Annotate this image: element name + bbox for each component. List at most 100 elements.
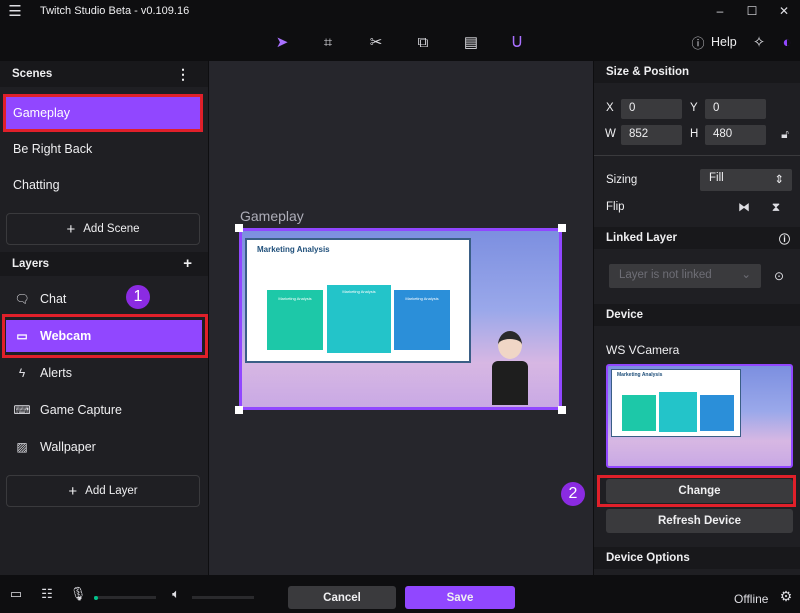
plus-icon: + [66, 220, 76, 238]
help-icon[interactable]: ⓘ [690, 32, 706, 52]
save-button[interactable]: Save [405, 586, 515, 609]
x-label: X [606, 102, 614, 114]
scene-item-chatting[interactable]: Chatting [6, 169, 202, 201]
scene-item-be-right-back[interactable]: Be Right Back [6, 133, 202, 165]
app-title: Twitch Studio Beta - v0.109.16 [40, 5, 190, 17]
help-link[interactable]: Help [711, 35, 737, 49]
linked-layer-select[interactable]: Layer is not linked ⌄ [609, 264, 761, 288]
speaker-icon[interactable]: 🔈︎ [168, 586, 184, 602]
y-input[interactable]: 0 [705, 99, 766, 119]
annotation-badge-2: 2 [561, 482, 585, 506]
mic-level-meter[interactable] [94, 596, 156, 600]
scissors-icon[interactable]: ✂ [366, 32, 386, 52]
alerts-icon: ϟ [18, 366, 26, 380]
sizing-label: Sizing [606, 174, 638, 186]
device-header: Device [594, 304, 800, 326]
maximize-icon[interactable]: ☐ [742, 2, 762, 20]
link-target-icon[interactable]: ⊙ [772, 267, 786, 285]
annotation-highlight [2, 314, 208, 358]
annotation-highlight [3, 94, 203, 132]
device-preview-title: Marketing Analysis [617, 372, 663, 378]
width-input[interactable]: 852 [621, 125, 682, 145]
linked-layer-header: Linked Layer ⓘ [594, 227, 800, 249]
linked-layer-title: Linked Layer [606, 232, 677, 244]
flip-horizontal-icon[interactable]: ⧓ [736, 199, 752, 215]
preview-card: Marketing Analysis [327, 285, 391, 353]
sparkle-icon[interactable]: ✧ [750, 32, 768, 52]
scenes-header: Scenes ⋮ [0, 61, 208, 87]
x-input[interactable]: 0 [621, 99, 682, 119]
menu-icon[interactable]: ☰ [6, 2, 24, 20]
add-scene-label: Add Scene [83, 223, 140, 235]
stream-status: Offline [734, 592, 769, 606]
divider [594, 155, 800, 156]
add-layer-label: Add Layer [85, 485, 138, 497]
chevron-down-icon: ⌄ [741, 269, 751, 281]
avatar-character [492, 331, 528, 407]
preview-card: Marketing Analysis [394, 290, 450, 350]
resize-handle[interactable] [558, 406, 566, 414]
gamepad-icon: ⌨ [13, 403, 31, 417]
chat-icon: 🗨 [14, 292, 30, 306]
linked-layer-placeholder: Layer is not linked [619, 269, 712, 281]
layer-label: Wallpaper [40, 440, 96, 454]
add-scene-button[interactable]: + Add Scene [6, 213, 200, 245]
add-layer-button[interactable]: + Add Layer [6, 475, 200, 507]
microphone-icon[interactable]: 🎙︎ [70, 586, 87, 602]
device-preview: Marketing Analysis [606, 364, 793, 468]
cancel-button[interactable]: Cancel [288, 586, 396, 609]
device-options-header[interactable]: Device Options [594, 547, 800, 569]
camera-toggle-icon[interactable]: ▭ [8, 586, 24, 602]
close-icon[interactable]: ✕ [774, 2, 794, 20]
layer-label: Game Capture [40, 403, 122, 417]
properties-panel: Size & Position X 0 Y 0 W 852 H 480 🔓︎ S… [594, 61, 800, 575]
annotation-badge-1: 1 [126, 285, 150, 309]
resize-handle[interactable] [235, 224, 243, 232]
w-label: W [605, 128, 616, 140]
size-position-header: Size & Position [594, 61, 800, 83]
scene-preview[interactable]: Marketing Analysis Marketing Analysis Ma… [239, 228, 562, 410]
layers-icon[interactable]: ▤ [461, 32, 481, 52]
minimize-icon[interactable]: – [710, 2, 730, 20]
resize-handle[interactable] [235, 406, 243, 414]
updown-chevron-icon: ⇕ [774, 174, 784, 186]
title-bar: ☰ Twitch Studio Beta - v0.109.16 – ☐ ✕ [0, 0, 800, 23]
image-icon: ▨ [16, 440, 28, 454]
y-label: Y [690, 102, 698, 114]
sizing-value: Fill [709, 172, 724, 184]
scene-name-label: Gameplay [240, 208, 304, 224]
mixer-settings-icon[interactable]: ☷ [39, 586, 55, 602]
lock-icon[interactable]: 🔓︎ [778, 125, 792, 143]
height-input[interactable]: 480 [705, 125, 766, 145]
volume-slider[interactable] [192, 596, 254, 599]
sizing-select[interactable]: Fill ⇕ [700, 169, 792, 191]
layers-header: Layers + [0, 252, 208, 276]
layer-item-alerts[interactable]: ϟ Alerts [6, 357, 202, 389]
magnet-icon[interactable]: Ս [507, 32, 527, 52]
flip-label: Flip [606, 201, 625, 213]
select-pointer-icon[interactable]: ➤ [272, 32, 292, 52]
layer-item-chat[interactable]: 🗨 Chat [6, 283, 202, 315]
activity-icon[interactable]: ◐ [778, 32, 796, 52]
toolbar: ➤ ⌗ ✂ ⧉ ▤ Ս ⓘ Help ✧ ◐ [0, 23, 800, 61]
h-label: H [690, 128, 699, 140]
bottom-bar: ▭ ☷ 🎙︎ 🔈︎ Cancel Save Offline ⚙ [0, 575, 800, 613]
layer-label: Chat [40, 292, 67, 306]
layer-item-wallpaper[interactable]: ▨ Wallpaper [6, 431, 202, 463]
layer-item-game-capture[interactable]: ⌨ Game Capture [6, 394, 202, 426]
gear-icon[interactable]: ⚙ [778, 588, 794, 604]
info-icon[interactable]: ⓘ [779, 231, 790, 247]
layer-label: Alerts [40, 366, 72, 380]
left-panel: Scenes ⋮ Gameplay Be Right Back Chatting… [0, 61, 208, 575]
preview-card: Marketing Analysis [267, 290, 323, 350]
more-vertical-icon[interactable]: ⋮ [176, 66, 190, 83]
flip-vertical-icon[interactable]: ⧗ [769, 199, 783, 215]
duplicate-icon[interactable]: ⧉ [413, 32, 433, 52]
mic-level-fill [94, 596, 98, 600]
add-layer-plus-icon[interactable]: + [183, 255, 192, 272]
scenes-title: Scenes [12, 68, 53, 80]
refresh-device-button[interactable]: Refresh Device [606, 509, 793, 533]
preview-slide-title: Marketing Analysis [257, 245, 330, 254]
resize-handle[interactable] [558, 224, 566, 232]
crop-icon[interactable]: ⌗ [318, 32, 338, 52]
